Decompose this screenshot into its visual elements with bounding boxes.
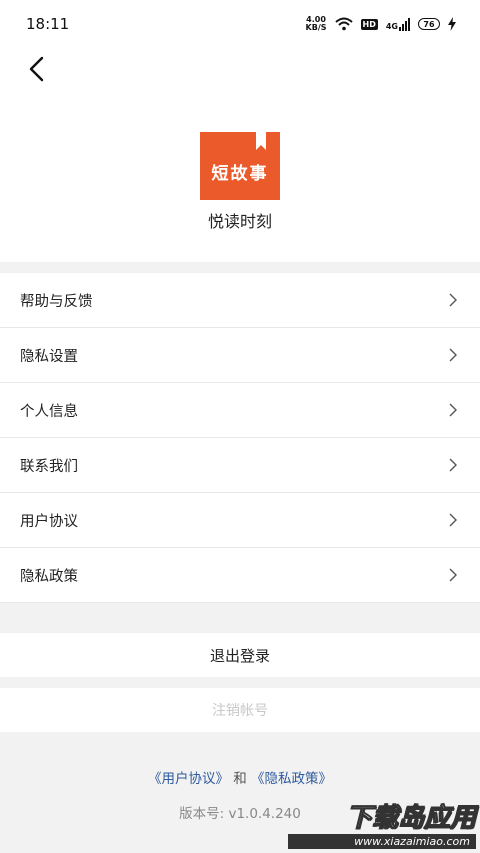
status-indicators: 4.00 KB/S HD 4G 76 <box>306 16 456 32</box>
back-button[interactable] <box>22 54 54 86</box>
hd-badge: HD <box>360 18 378 30</box>
wifi-icon <box>334 17 353 31</box>
network-type-label: 4G <box>385 21 398 31</box>
menu-item-personal-info[interactable]: 个人信息 <box>0 383 480 438</box>
status-bar: 18:11 4.00 KB/S HD 4G 76 <box>0 0 480 48</box>
status-time: 18:11 <box>26 15 70 33</box>
menu-item-privacy-settings[interactable]: 隐私设置 <box>0 328 480 383</box>
chevron-right-icon <box>449 513 457 527</box>
menu-item-label: 帮助与反馈 <box>20 293 93 310</box>
settings-menu: 帮助与反馈 隐私设置 个人信息 联系我们 用户协议 隐私政策 <box>0 273 480 603</box>
menu-item-user-agreement[interactable]: 用户协议 <box>0 493 480 548</box>
menu-item-label: 个人信息 <box>20 403 78 420</box>
chevron-right-icon <box>449 568 457 582</box>
chevron-right-icon <box>449 348 457 362</box>
menu-item-label: 用户协议 <box>20 513 78 530</box>
watermark: 下载岛应用 www.xiazaimiao.com <box>288 797 477 849</box>
network-speed: 4.00 KB/S <box>306 16 327 32</box>
app-logo: 短故事 <box>200 132 280 200</box>
chevron-right-icon <box>449 293 457 307</box>
cancel-account-button[interactable]: 注销帐号 <box>0 688 480 732</box>
chevron-right-icon <box>449 458 457 472</box>
menu-item-privacy-policy[interactable]: 隐私政策 <box>0 548 480 603</box>
watermark-url: www.xiazaimiao.com <box>288 834 476 849</box>
footer-links: 《用户协议》 和 《隐私政策》 <box>0 767 480 787</box>
bookmark-icon <box>256 132 266 150</box>
watermark-title: 下载岛应用 <box>345 803 476 834</box>
user-agreement-link[interactable]: 《用户协议》 <box>148 771 229 787</box>
logo-text: 短故事 <box>211 163 269 184</box>
menu-item-help-feedback[interactable]: 帮助与反馈 <box>0 273 480 328</box>
battery-level: 76 <box>423 19 435 29</box>
charging-bolt-icon <box>448 17 456 31</box>
header-area: 18:11 4.00 KB/S HD 4G 76 短故事 悦读时刻 <box>0 0 480 262</box>
logout-button[interactable]: 退出登录 <box>0 633 480 677</box>
app-name: 悦读时刻 <box>207 212 272 231</box>
network-speed-unit: KB/S <box>305 23 327 32</box>
menu-item-contact-us[interactable]: 联系我们 <box>0 438 480 493</box>
chevron-right-icon <box>449 403 457 417</box>
menu-item-label: 隐私政策 <box>20 568 78 585</box>
battery-icon: 76 <box>418 18 440 30</box>
footer-and-text: 和 <box>233 771 247 787</box>
privacy-policy-link[interactable]: 《隐私政策》 <box>251 771 332 787</box>
menu-item-label: 隐私设置 <box>20 348 78 365</box>
chevron-left-icon <box>29 56 44 82</box>
cell-signal-icon: 4G <box>385 17 410 31</box>
menu-item-label: 联系我们 <box>20 458 78 475</box>
